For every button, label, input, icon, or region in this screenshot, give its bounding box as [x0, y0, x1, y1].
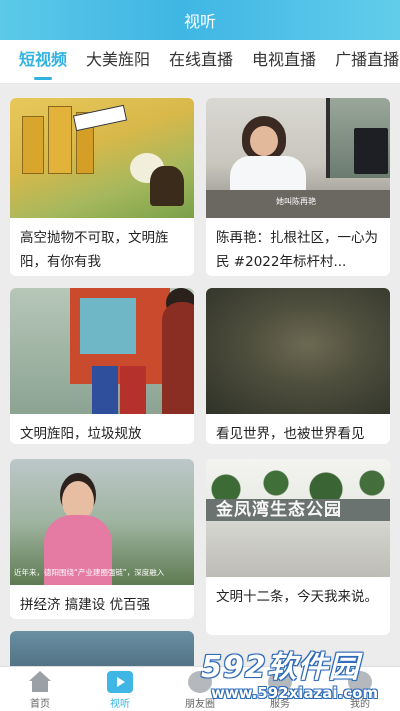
video-title[interactable]: 陈再艳：扎根社区，一心为民 #2022年标杆村...: [206, 218, 390, 274]
profile-icon: [348, 671, 372, 693]
video-card[interactable]: 金凤湾生态公园 文明十二条，今天我来说。: [206, 459, 390, 635]
service-icon: [268, 671, 292, 693]
video-thumbnail[interactable]: 金凤湾生态公园: [206, 459, 390, 577]
tab-short-video[interactable]: 短视频: [19, 40, 67, 83]
video-card[interactable]: 近年来，德阳围绕“产业建圈强链”，深度融入 拼经济 搞建设 优百强: [10, 459, 194, 619]
video-thumbnail[interactable]: [206, 288, 390, 414]
video-thumbnail[interactable]: [10, 631, 194, 666]
tab-damei-jingyang[interactable]: 大美旌阳: [86, 40, 150, 83]
nav-profile[interactable]: 我的: [320, 667, 400, 711]
nav-label: 服务: [270, 699, 290, 710]
tab-tv-live[interactable]: 电视直播: [252, 40, 316, 83]
tab-online-live[interactable]: 在线直播: [169, 40, 233, 83]
category-tabs: 短视频 大美旌阳 在线直播 电视直播 广播直播: [0, 40, 400, 84]
video-title[interactable]: 文明十二条，今天我来说。: [206, 577, 390, 609]
nav-label: 朋友圈: [185, 699, 215, 710]
video-card[interactable]: [10, 631, 194, 666]
friends-icon: [188, 671, 212, 693]
video-card[interactable]: 文明旌阳，垃圾规放: [10, 288, 194, 444]
video-card[interactable]: 看见世界，也被世界看见: [206, 288, 390, 444]
video-thumbnail[interactable]: [10, 98, 194, 218]
bottom-navigation: 首页 视听 朋友圈 服务 我的: [0, 666, 400, 711]
video-title[interactable]: 高空抛物不可取，文明旌阳，有你有我: [10, 218, 194, 274]
video-title[interactable]: 文明旌阳，垃圾规放: [10, 414, 194, 444]
video-thumbnail[interactable]: 近年来，德阳围绕“产业建圈强链”，深度融入: [10, 459, 194, 585]
home-icon: [28, 671, 52, 693]
nav-audiovisual[interactable]: 视听: [80, 667, 160, 711]
nav-label: 视听: [110, 699, 130, 710]
page-title: 视听: [183, 12, 216, 31]
tab-radio-live[interactable]: 广播直播: [335, 40, 399, 83]
park-sign-text: 金凤湾生态公园: [216, 500, 342, 520]
nav-service[interactable]: 服务: [240, 667, 320, 711]
page-header: 视听: [0, 0, 400, 40]
video-title[interactable]: 拼经济 搞建设 优百强: [10, 585, 194, 617]
video-title[interactable]: 看见世界，也被世界看见: [206, 414, 390, 444]
nav-friends[interactable]: 朋友圈: [160, 667, 240, 711]
video-thumbnail[interactable]: 她叫陈再艳: [206, 98, 390, 218]
video-thumbnail[interactable]: [10, 288, 194, 414]
nav-label: 首页: [30, 699, 50, 710]
thumbnail-caption: 近年来，德阳围绕“产业建圈强链”，深度融入: [14, 568, 165, 577]
video-card[interactable]: 她叫陈再艳 陈再艳：扎根社区，一心为民 #2022年标杆村...: [206, 98, 390, 276]
video-feed[interactable]: 高空抛物不可取，文明旌阳，有你有我 她叫陈再艳 陈再艳：扎根社区，一心为民 #2…: [0, 84, 400, 666]
nav-label: 我的: [350, 699, 370, 710]
video-card[interactable]: 高空抛物不可取，文明旌阳，有你有我: [10, 98, 194, 276]
thumbnail-caption: 她叫陈再艳: [276, 197, 316, 206]
nav-home[interactable]: 首页: [0, 667, 80, 711]
tv-play-icon: [107, 671, 133, 693]
